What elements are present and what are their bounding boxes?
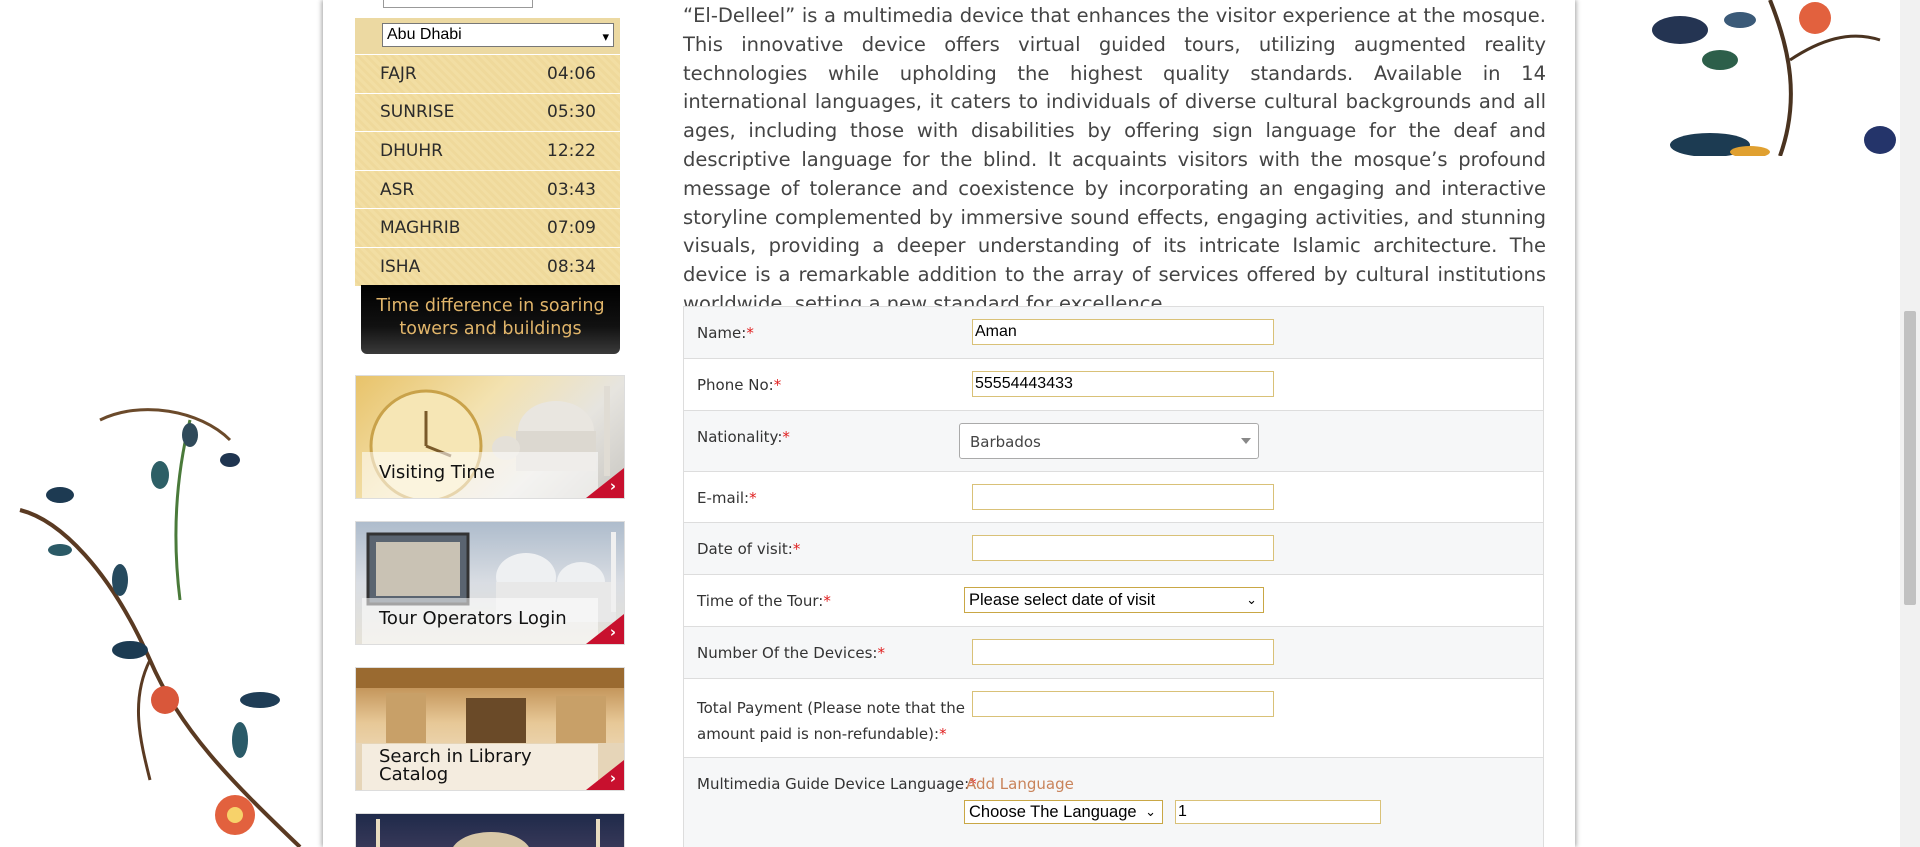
- promo-label: Visiting Time: [362, 452, 598, 498]
- main-content: “El-Delleel” is a multimedia device that…: [683, 0, 1546, 847]
- promo-mosque-night[interactable]: [355, 813, 625, 847]
- form-row-devices: Number Of the Devices:*: [684, 627, 1543, 679]
- phone-label: Phone No:*: [697, 376, 782, 394]
- form-row-email: E-mail:*: [684, 472, 1543, 523]
- prayer-time: 05:30: [547, 102, 596, 123]
- form-row-tour-time: Time of the Tour:* Please select date of…: [684, 575, 1543, 627]
- form-row-date: Date of visit:*: [684, 523, 1543, 575]
- city-select-value: Abu Dhabi: [387, 26, 462, 43]
- chevron-down-icon: ⌄: [1246, 592, 1257, 607]
- mosque-night-image: [376, 819, 600, 847]
- city-input[interactable]: Abu Dhabi: [383, 0, 533, 8]
- form-row-payment: Total Payment (Please note that the amou…: [684, 679, 1543, 758]
- floral-decoration-right: [1652, 0, 1896, 156]
- prayer-time: 08:34: [547, 256, 596, 277]
- time-difference-link[interactable]: Time difference in soaring towers and bu…: [361, 285, 620, 354]
- chevron-down-icon: [1241, 438, 1251, 444]
- page-scrollbar[interactable]: [1900, 0, 1920, 847]
- prayer-time: 07:09: [547, 218, 596, 239]
- name-label: Name:*: [697, 324, 754, 342]
- prayer-name: DHUHR: [380, 140, 443, 161]
- prayer-name: ASR: [380, 179, 415, 200]
- prayer-row-fajr: FAJR 04:06: [355, 55, 620, 94]
- form-row-phone: Phone No:* 55554443433: [684, 359, 1543, 411]
- form-row-name: Name:* Aman: [684, 307, 1543, 359]
- promo-library-catalog[interactable]: Search in Library Catalog ›: [355, 667, 625, 791]
- language-quantity-field[interactable]: 1: [1175, 800, 1381, 824]
- date-field[interactable]: [972, 535, 1274, 561]
- add-language-link[interactable]: Add Language: [966, 775, 1074, 793]
- prayer-row-isha: ISHA 08:34: [355, 247, 620, 287]
- chevron-down-icon: ⌄: [1145, 804, 1156, 819]
- prayer-time: 12:22: [547, 140, 596, 161]
- nationality-select[interactable]: Barbados: [959, 423, 1259, 459]
- prayer-name: SUNRISE: [380, 102, 455, 123]
- tour-time-value: Please select date of visit: [969, 591, 1156, 609]
- email-field[interactable]: [972, 484, 1274, 510]
- name-field[interactable]: Aman: [972, 319, 1274, 345]
- city-select[interactable]: Abu Dhabi ▾: [382, 23, 614, 47]
- tour-time-select[interactable]: Please select date of visit ⌄: [964, 587, 1264, 613]
- prayer-name: ISHA: [380, 256, 421, 277]
- prayer-row-maghrib: MAGHRIB 07:09: [355, 209, 620, 248]
- payment-label: Total Payment (Please note that the amou…: [697, 699, 965, 743]
- page: Abu Dhabi Abu Dhabi ▾ FAJR 04:06 SUNRISE…: [0, 0, 1920, 847]
- prayer-row-dhuhr: DHUHR 12:22: [355, 132, 620, 171]
- promo-visiting-time[interactable]: Visiting Time ›: [355, 375, 625, 499]
- language-label: Multimedia Guide Device Language:*: [697, 775, 977, 793]
- prayer-time: 03:43: [547, 179, 596, 200]
- main-container: Abu Dhabi Abu Dhabi ▾ FAJR 04:06 SUNRISE…: [323, 0, 1575, 847]
- prayer-name: FAJR: [380, 63, 417, 84]
- devices-label: Number Of the Devices:*: [697, 644, 885, 662]
- nationality-value: Barbados: [970, 433, 1041, 451]
- date-label: Date of visit:*: [697, 540, 801, 558]
- language-select-value: Choose The Language: [969, 803, 1137, 821]
- chevron-down-icon: ▾: [602, 29, 609, 44]
- prayer-name: MAGHRIB: [380, 218, 461, 239]
- nationality-label: Nationality:*: [697, 428, 790, 446]
- form-row-nationality: Nationality:* Barbados: [684, 411, 1543, 472]
- email-label: E-mail:*: [697, 489, 757, 507]
- prayer-row-sunrise: SUNRISE 05:30: [355, 93, 620, 133]
- booking-form: Name:* Aman Phone No:* 55554443433 Natio…: [683, 306, 1544, 847]
- phone-field[interactable]: 55554443433: [972, 371, 1274, 397]
- language-select[interactable]: Choose The Language ⌄: [964, 800, 1163, 824]
- devices-field[interactable]: [972, 639, 1274, 665]
- floral-decoration-left: [19, 408, 302, 847]
- tour-time-label: Time of the Tour:*: [697, 592, 831, 610]
- prayer-time: 04:06: [547, 63, 596, 84]
- prayer-times-list: FAJR 04:06 SUNRISE 05:30 DHUHR 12:22 ASR…: [355, 55, 620, 287]
- promo-label: Tour Operators Login: [362, 598, 598, 644]
- form-row-language: Multimedia Guide Device Language:* Add L…: [684, 758, 1543, 847]
- scrollbar-thumb[interactable]: [1904, 311, 1916, 605]
- promo-tour-operators-login[interactable]: Tour Operators Login ›: [355, 521, 625, 645]
- prayer-row-asr: ASR 03:43: [355, 170, 620, 210]
- device-description: “El-Delleel” is a multimedia device that…: [683, 4, 1546, 315]
- payment-field[interactable]: [972, 691, 1274, 717]
- promo-label: Search in Library Catalog: [362, 744, 598, 790]
